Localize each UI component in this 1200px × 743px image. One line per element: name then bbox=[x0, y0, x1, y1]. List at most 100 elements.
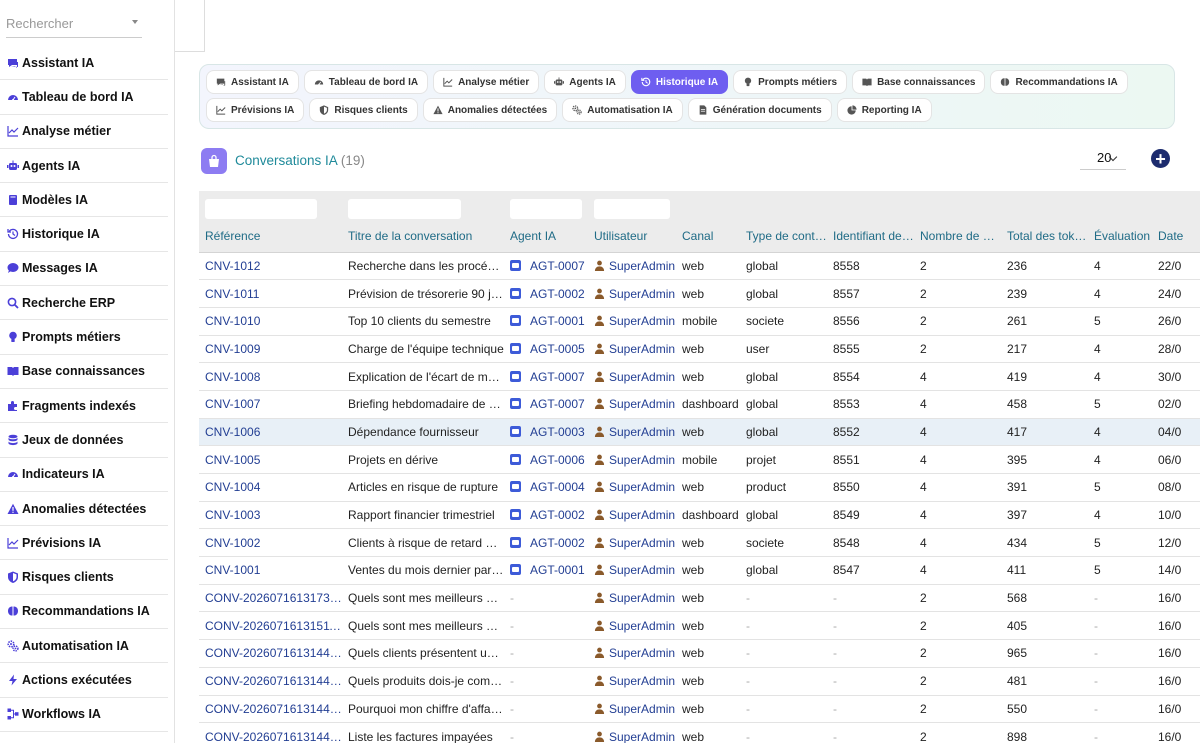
reference-link[interactable]: CNV-1008 bbox=[199, 362, 342, 391]
user-cell[interactable]: SuperAdmin bbox=[588, 390, 676, 419]
agent-cell[interactable]: AGT-0002 bbox=[504, 501, 588, 530]
user-cell[interactable]: SuperAdmin bbox=[588, 307, 676, 336]
tab-historique-ia[interactable]: Historique IA bbox=[630, 70, 729, 94]
agent-cell[interactable]: AGT-0002 bbox=[504, 528, 588, 558]
user-cell[interactable]: SuperAdmin bbox=[588, 611, 676, 641]
agent-cell[interactable]: AGT-0005 bbox=[504, 335, 588, 364]
table-row[interactable]: CONV-20260716131739-1 Quels sont mes meil… bbox=[199, 584, 1200, 613]
filter-title-input[interactable] bbox=[348, 198, 461, 219]
sidebar-item-recherche-erp[interactable]: Recherche ERP bbox=[0, 286, 168, 321]
user-link[interactable]: SuperAdmin bbox=[609, 702, 675, 716]
agent-cell[interactable]: - bbox=[504, 722, 588, 743]
sidebar-item-tableau-de-bord-ia[interactable]: Tableau de bord IA bbox=[0, 80, 168, 115]
agent-cell[interactable]: AGT-0004 bbox=[504, 473, 588, 502]
column-header[interactable]: Identifiant de… bbox=[827, 221, 914, 253]
add-button[interactable]: + bbox=[1151, 149, 1170, 168]
table-row[interactable]: CNV-1011 Prévision de trésorerie 90 jours… bbox=[199, 279, 1200, 308]
agent-cell[interactable]: AGT-0001 bbox=[504, 556, 588, 585]
sidebar-item-workflows-ia[interactable]: Workflows IA bbox=[0, 698, 168, 732]
tab-recommandations-ia[interactable]: Recommandations IA bbox=[990, 70, 1128, 94]
agent-cell[interactable]: AGT-0003 bbox=[504, 418, 588, 447]
table-row[interactable]: CONV-20260716131448-1 Liste les factures … bbox=[199, 722, 1200, 743]
reference-link[interactable]: CNV-1006 bbox=[199, 418, 342, 447]
agent-link[interactable]: AGT-0002 bbox=[530, 287, 585, 301]
agent-cell[interactable]: AGT-0007 bbox=[504, 362, 588, 391]
user-cell[interactable]: SuperAdmin bbox=[588, 335, 676, 364]
user-cell[interactable]: SuperAdmin bbox=[588, 418, 676, 447]
tab-risques-clients[interactable]: Risques clients bbox=[309, 98, 418, 122]
table-row[interactable]: CNV-1008 Explication de l'écart de marge A… bbox=[199, 362, 1200, 391]
user-cell[interactable]: SuperAdmin bbox=[588, 722, 676, 743]
user-link[interactable]: SuperAdmin bbox=[609, 619, 675, 633]
tab-reporting-ia[interactable]: Reporting IA bbox=[836, 98, 932, 122]
column-header[interactable]: Canal bbox=[676, 221, 740, 253]
reference-link[interactable]: CONV-20260716131448-1 bbox=[199, 722, 342, 743]
user-cell[interactable]: SuperAdmin bbox=[588, 639, 676, 668]
user-cell[interactable]: SuperAdmin bbox=[588, 695, 676, 724]
agent-cell[interactable]: AGT-0007 bbox=[504, 252, 588, 281]
agent-link[interactable]: AGT-0001 bbox=[530, 563, 585, 577]
table-row[interactable]: CNV-1001Ventes du mois dernier par régio… bbox=[199, 556, 1200, 585]
sidebar-item-assistant-ia[interactable]: Assistant IA bbox=[0, 46, 168, 81]
agent-link[interactable]: AGT-0004 bbox=[530, 480, 585, 494]
user-cell[interactable]: SuperAdmin bbox=[588, 584, 676, 613]
tab-assistant-ia[interactable]: Assistant IA bbox=[206, 70, 299, 94]
user-link[interactable]: SuperAdmin bbox=[609, 453, 675, 467]
search-box[interactable] bbox=[6, 10, 142, 38]
sidebar-item-indicateurs-ia[interactable]: Indicateurs IA bbox=[0, 458, 168, 492]
sidebar-item-jeux-de-donn-es[interactable]: Jeux de données bbox=[0, 423, 168, 458]
reference-link[interactable]: CNV-1004 bbox=[199, 473, 342, 502]
user-cell[interactable]: SuperAdmin bbox=[588, 528, 676, 558]
agent-link[interactable]: AGT-0007 bbox=[530, 397, 585, 411]
agent-cell[interactable]: AGT-0006 bbox=[504, 445, 588, 474]
sidebar-item-pr-visions-ia[interactable]: Prévisions IA bbox=[0, 526, 168, 561]
sidebar-item-mod-les-ia[interactable]: Modèles IA bbox=[0, 183, 168, 218]
sidebar-item-analyse-m-tier[interactable]: Analyse métier bbox=[0, 115, 168, 149]
agent-link[interactable]: AGT-0001 bbox=[530, 314, 585, 328]
sidebar-item-actions-ex-cut-es[interactable]: Actions exécutées bbox=[0, 663, 168, 698]
reference-link[interactable]: CNV-1012 bbox=[199, 252, 342, 281]
table-row[interactable]: CNV-1004 Articles en risque de rupture AGT… bbox=[199, 473, 1200, 502]
reference-link[interactable]: CONV-20260716131448-1 bbox=[199, 667, 342, 696]
sidebar-item-historique-ia[interactable]: Historique IA bbox=[0, 217, 168, 252]
tab-pr-visions-ia[interactable]: Prévisions IA bbox=[206, 98, 305, 122]
table-row[interactable]: CONV-20260716131448-1 Pourquoi mon chiffr… bbox=[199, 695, 1200, 724]
table-row[interactable]: CONV-20260716131448-1 Quels produits dois… bbox=[199, 667, 1200, 696]
user-link[interactable]: SuperAdmin bbox=[609, 536, 675, 550]
user-cell[interactable]: SuperAdmin bbox=[588, 667, 676, 696]
column-header[interactable]: Titre de la conversation bbox=[342, 221, 504, 253]
sidebar-item-messages-ia[interactable]: Messages IA bbox=[0, 252, 168, 287]
tab-agents-ia[interactable]: Agents IA bbox=[544, 70, 626, 94]
table-row[interactable]: CNV-1009 Charge de l'équipe technique AGT-… bbox=[199, 335, 1200, 364]
user-link[interactable]: SuperAdmin bbox=[609, 425, 675, 439]
reference-link[interactable]: CONV-20260716131511-1 bbox=[199, 611, 342, 641]
filter-agent-input[interactable] bbox=[510, 198, 582, 219]
table-row[interactable]: CNV-1007Briefing hebdomadaire de directi… bbox=[199, 390, 1200, 419]
column-header[interactable]: Agent IA bbox=[504, 221, 588, 253]
table-row[interactable]: CNV-1002Clients à risque de retard de pa… bbox=[199, 528, 1200, 558]
column-header[interactable]: Référence bbox=[199, 221, 342, 253]
tab-base-connaissances[interactable]: Base connaissances bbox=[852, 70, 986, 94]
agent-link[interactable]: AGT-0002 bbox=[530, 536, 585, 550]
tab-prompts-m-tiers[interactable]: Prompts métiers bbox=[733, 70, 848, 94]
user-cell[interactable]: SuperAdmin bbox=[588, 501, 676, 530]
reference-link[interactable]: CNV-1010 bbox=[199, 307, 342, 336]
reference-link[interactable]: CNV-1011 bbox=[199, 279, 342, 308]
column-header[interactable]: Nombre de … bbox=[914, 221, 1001, 253]
user-cell[interactable]: SuperAdmin bbox=[588, 473, 676, 502]
column-header[interactable]: Évaluation bbox=[1088, 221, 1152, 253]
reference-link[interactable]: CNV-1001 bbox=[199, 556, 342, 585]
user-cell[interactable]: SuperAdmin bbox=[588, 362, 676, 391]
sidebar-item-risques-clients[interactable]: Risques clients bbox=[0, 560, 168, 595]
page-size-select[interactable]: 20 bbox=[1080, 150, 1126, 170]
agent-link[interactable]: AGT-0007 bbox=[530, 259, 585, 273]
reference-link[interactable]: CNV-1003 bbox=[199, 501, 342, 530]
user-link[interactable]: SuperAdmin bbox=[609, 287, 675, 301]
tab-analyse-m-tier[interactable]: Analyse métier bbox=[433, 70, 540, 94]
agent-cell[interactable]: - bbox=[504, 639, 588, 668]
column-header[interactable]: Utilisateur bbox=[588, 221, 676, 253]
reference-link[interactable]: CONV-20260716131739-1 bbox=[199, 584, 342, 613]
sidebar-item-fragments-index-s[interactable]: Fragments indexés bbox=[0, 389, 168, 424]
reference-link[interactable]: CNV-1009 bbox=[199, 335, 342, 364]
agent-cell[interactable]: - bbox=[504, 667, 588, 696]
